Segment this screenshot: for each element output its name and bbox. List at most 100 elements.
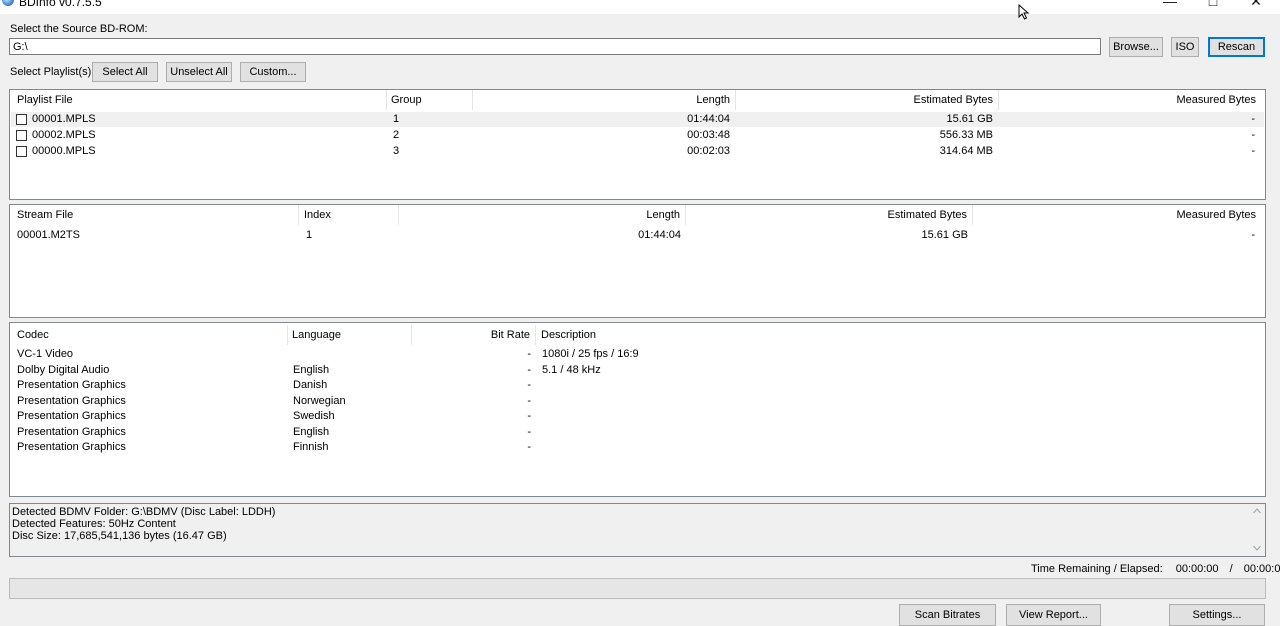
stream-index: 1 — [306, 229, 313, 241]
column-header-length[interactable]: Length — [398, 205, 680, 225]
table-row[interactable]: Presentation Graphics English - — [11, 425, 1264, 440]
settings-button[interactable]: Settings... — [1169, 604, 1265, 626]
time-separator: / — [1229, 563, 1233, 575]
table-row[interactable]: Presentation Graphics Danish - — [11, 378, 1264, 393]
disc-info-box[interactable]: Detected BDMV Folder: G:\BDMV (Disc Labe… — [9, 503, 1266, 557]
codec-bit-rate: - — [527, 379, 531, 391]
playlist-measured-bytes: - — [1251, 113, 1255, 125]
table-row[interactable]: 00000.MPLS 3 00:02:03 314.64 MB - — [11, 144, 1264, 159]
playlist-checkbox[interactable] — [16, 146, 27, 157]
codec-language: Norwegian — [293, 395, 346, 407]
playlist-group: 2 — [393, 129, 400, 141]
codec-bit-rate: - — [527, 364, 531, 376]
codec-name: VC-1 Video — [17, 348, 74, 360]
playlist-group: 1 — [393, 113, 400, 125]
codec-language: Finnish — [293, 441, 329, 453]
stream-file-list[interactable]: Stream File Index Length Estimated Bytes… — [9, 204, 1266, 318]
table-row[interactable]: VC-1 Video - 1080i / 25 fps / 16:9 — [11, 347, 1264, 362]
stream-estimated-bytes: 15.61 GB — [921, 229, 968, 241]
codec-bit-rate: - — [527, 441, 531, 453]
codec-description: 1080i / 25 fps / 16:9 — [542, 348, 639, 360]
codec-name: Presentation Graphics — [17, 410, 126, 422]
iso-button[interactable]: ISO — [1171, 37, 1199, 57]
column-header-estimated-bytes[interactable]: Estimated Bytes — [735, 90, 993, 110]
playlist-length: 01:44:04 — [687, 113, 730, 125]
stream-length: 01:44:04 — [638, 229, 681, 241]
source-path-input[interactable] — [9, 38, 1101, 55]
playlist-file: 00000.MPLS — [32, 145, 96, 157]
scroll-up-arrow-icon[interactable] — [1253, 508, 1261, 514]
time-elapsed-value: 00:00:00 — [1243, 563, 1280, 575]
column-header-codec[interactable]: Codec — [17, 325, 49, 345]
minimize-icon[interactable]: — — [1160, 0, 1180, 10]
codec-name: Presentation Graphics — [17, 395, 126, 407]
column-header-bit-rate[interactable]: Bit Rate — [411, 325, 530, 345]
info-line: Detected BDMV Folder: G:\BDMV (Disc Labe… — [12, 506, 276, 518]
column-header-index[interactable]: Index — [304, 205, 331, 225]
table-row[interactable]: Presentation Graphics Norwegian - — [11, 394, 1264, 409]
column-divider — [535, 325, 536, 345]
info-line: Disc Size: 17,685,541,136 bytes (16.47 G… — [12, 530, 227, 542]
table-row[interactable]: 00001.M2TS 1 01:44:04 15.61 GB - — [11, 228, 1264, 243]
window-title: BDInfo v0.7.5.5 — [19, 0, 102, 9]
select-playlists-label: Select Playlist(s): — [10, 66, 95, 78]
playlist-file: 00001.MPLS — [32, 113, 96, 125]
maximize-icon[interactable]: □ — [1203, 0, 1223, 10]
stream-measured-bytes: - — [1251, 229, 1255, 241]
close-icon[interactable]: ✕ — [1246, 0, 1266, 10]
codec-name: Dolby Digital Audio — [17, 364, 110, 376]
column-header-measured-bytes[interactable]: Measured Bytes — [972, 205, 1256, 225]
playlist-length: 00:03:48 — [687, 129, 730, 141]
codec-bit-rate: - — [527, 426, 531, 438]
column-divider — [287, 325, 288, 345]
codec-name: Presentation Graphics — [17, 441, 126, 453]
browse-button[interactable]: Browse... — [1109, 37, 1163, 57]
mouse-cursor-icon — [1018, 4, 1030, 20]
codec-language: Danish — [293, 379, 328, 391]
playlist-checkbox[interactable] — [16, 130, 27, 141]
unselect-all-button[interactable]: Unselect All — [166, 62, 232, 82]
title-bar — [0, 0, 1280, 14]
time-remaining-value: 00:00:00 — [1175, 563, 1219, 575]
codec-description: 5.1 / 48 kHz — [542, 364, 601, 376]
column-divider — [386, 90, 387, 110]
column-header-language[interactable]: Language — [292, 325, 341, 345]
codec-bit-rate: - — [527, 410, 531, 422]
stream-file: 00001.M2TS — [17, 229, 80, 241]
playlist-list[interactable]: Playlist File Group Length Estimated Byt… — [9, 89, 1266, 200]
column-header-playlist-file[interactable]: Playlist File — [17, 90, 73, 110]
column-header-measured-bytes[interactable]: Measured Bytes — [998, 90, 1256, 110]
playlist-estimated-bytes: 556.33 MB — [939, 129, 993, 141]
table-row[interactable]: Dolby Digital Audio English - 5.1 / 48 k… — [11, 363, 1264, 378]
time-remaining-elapsed-label: Time Remaining / Elapsed: — [1031, 563, 1163, 575]
scroll-down-arrow-icon[interactable] — [1253, 545, 1261, 551]
rescan-button[interactable]: Rescan — [1208, 37, 1265, 57]
info-line: Detected Features: 50Hz Content — [12, 518, 176, 530]
column-header-estimated-bytes[interactable]: Estimated Bytes — [685, 205, 967, 225]
column-header-stream-file[interactable]: Stream File — [17, 205, 73, 225]
codec-list[interactable]: Codec Language Bit Rate Description VC-1… — [9, 322, 1266, 497]
codec-language: Swedish — [293, 410, 335, 422]
playlist-group: 3 — [393, 145, 400, 157]
select-all-button[interactable]: Select All — [92, 62, 158, 82]
column-header-description[interactable]: Description — [541, 325, 596, 345]
info-scrollbar[interactable] — [1248, 504, 1265, 556]
column-divider — [298, 205, 299, 225]
table-row[interactable]: Presentation Graphics Swedish - — [11, 409, 1264, 424]
table-row[interactable]: Presentation Graphics Finnish - — [11, 440, 1264, 455]
column-header-group[interactable]: Group — [391, 90, 422, 110]
playlist-length: 00:02:03 — [687, 145, 730, 157]
custom-button[interactable]: Custom... — [240, 62, 306, 82]
codec-language: English — [293, 364, 330, 376]
codec-name: Presentation Graphics — [17, 426, 126, 438]
view-report-button[interactable]: View Report... — [1006, 604, 1101, 626]
table-row[interactable]: 00001.MPLS 1 01:44:04 15.61 GB - — [11, 112, 1264, 127]
scan-progress-bar — [9, 578, 1266, 599]
scan-bitrates-button[interactable]: Scan Bitrates — [899, 604, 996, 626]
codec-language: English — [293, 426, 330, 438]
playlist-checkbox[interactable] — [16, 114, 27, 125]
playlist-measured-bytes: - — [1251, 145, 1255, 157]
playlist-file: 00002.MPLS — [32, 129, 96, 141]
table-row[interactable]: 00002.MPLS 2 00:03:48 556.33 MB - — [11, 128, 1264, 143]
column-header-length[interactable]: Length — [472, 90, 730, 110]
